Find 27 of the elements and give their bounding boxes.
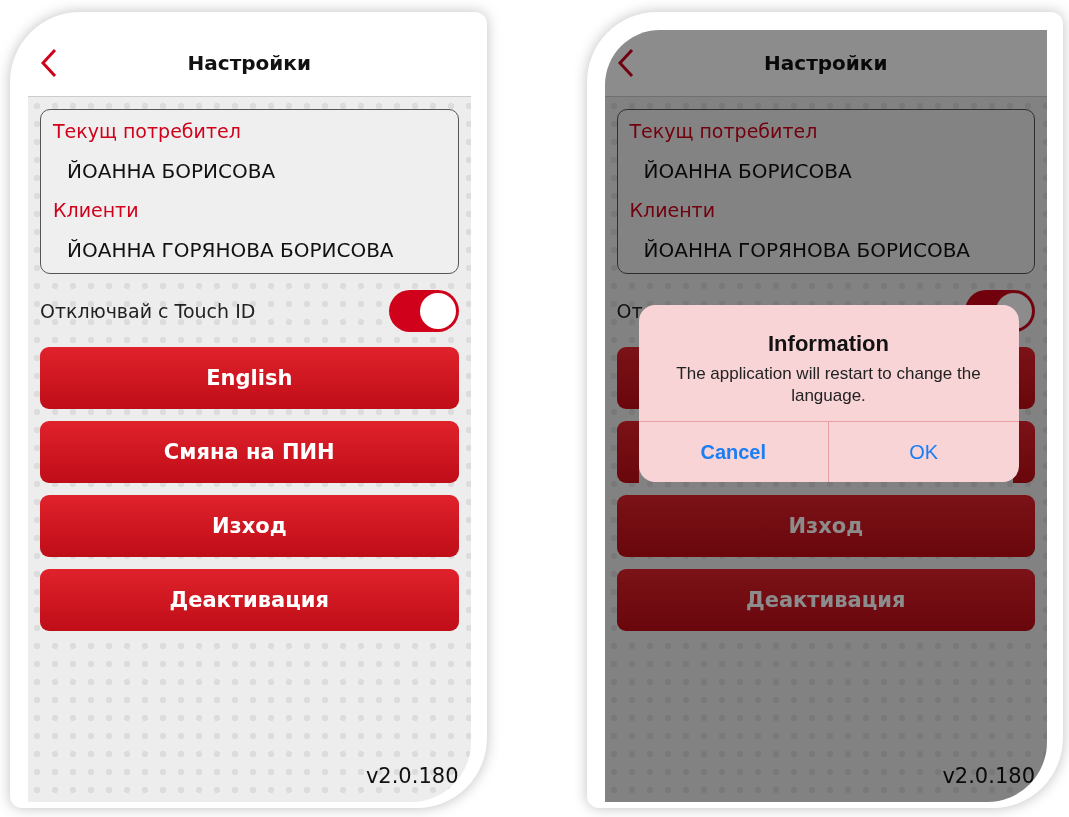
menu-button[interactable]: Деактивация: [616, 568, 1035, 631]
current-user-name: ЙОАННА БОРИСОВА: [66, 158, 277, 184]
menu-button[interactable]: Изход: [40, 494, 459, 557]
dialog-message: The application will restart to change the language.: [675, 363, 982, 408]
back-icon[interactable]: [616, 48, 635, 78]
clients-label: Клиенти: [53, 198, 140, 223]
ok-button[interactable]: OK: [828, 422, 1019, 483]
menu-button[interactable]: Изход: [616, 494, 1035, 557]
current-user-label: Текущ потребител: [629, 120, 819, 144]
menu-button[interactable]: Деактивация: [40, 568, 459, 631]
touch-id-label: От: [616, 300, 643, 322]
touch-id-label: Отключвай с Touch ID: [40, 300, 256, 322]
clients-label: Клиенти: [629, 198, 716, 223]
version-label: v2.0.180: [942, 764, 1035, 788]
screen-title: Настройки: [187, 51, 311, 75]
current-user-label: Текущ потребител: [53, 120, 242, 144]
back-icon[interactable]: [40, 48, 58, 78]
current-user-name: ЙОАННА БОРИСОВА: [642, 158, 853, 184]
client-name: ЙОАННА ГОРЯНОВА БОРИСОВА: [66, 237, 395, 263]
version-label: v2.0.180: [365, 764, 459, 788]
screen-title: Настройки: [764, 51, 888, 75]
dialog-title: Information: [768, 331, 889, 357]
menu-button[interactable]: Смяна на ПИН: [40, 420, 459, 483]
menu-button[interactable]: English: [40, 346, 459, 409]
touch-id-toggle[interactable]: [388, 290, 459, 332]
client-name: ЙОАННА ГОРЯНОВА БОРИСОВА: [642, 237, 972, 263]
cancel-button[interactable]: Cancel: [638, 422, 828, 483]
